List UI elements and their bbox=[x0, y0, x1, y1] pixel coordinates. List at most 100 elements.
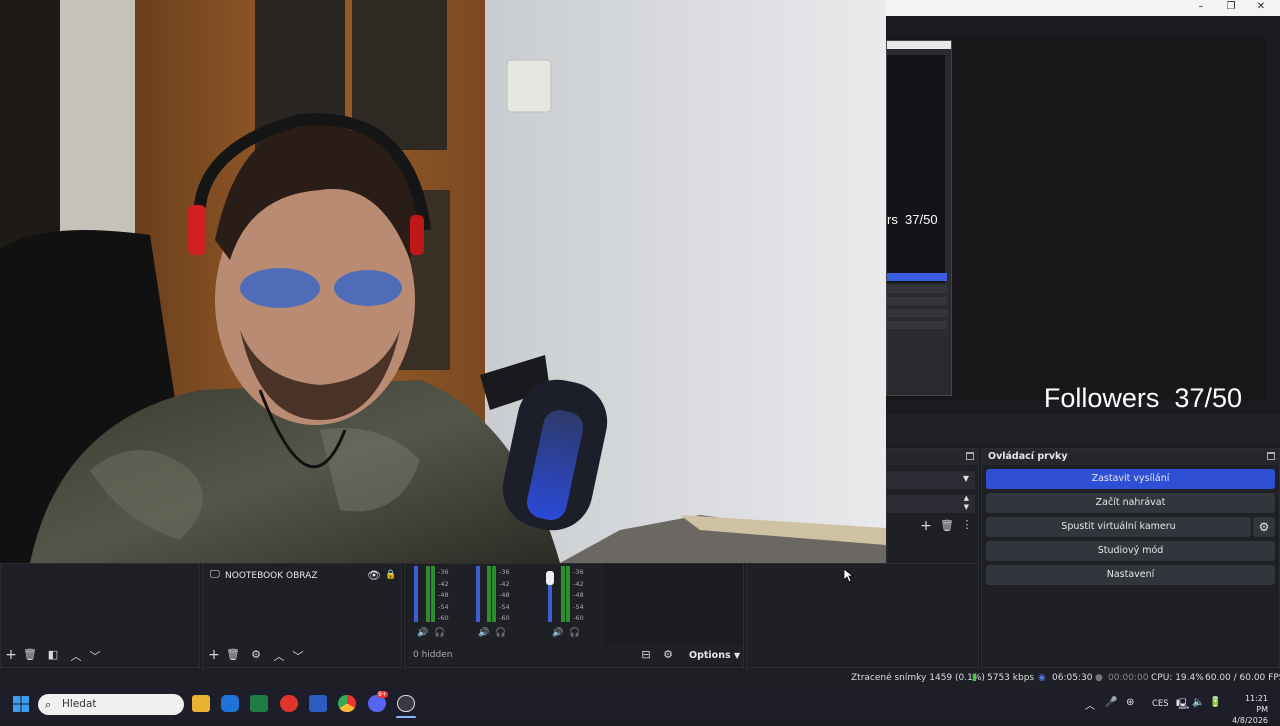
scale-tick: -42 bbox=[573, 579, 584, 588]
stop-streaming-button[interactable]: Zastavit vysílání bbox=[986, 469, 1275, 489]
chevron-down-icon: ▼ bbox=[733, 651, 741, 660]
controls-dock-header: Ovládací prvky bbox=[982, 449, 1279, 465]
audio-meter bbox=[431, 566, 435, 622]
nested-stop-button bbox=[887, 273, 947, 281]
start-virtual-camera-button[interactable]: Spustit virtuální kameru bbox=[986, 517, 1251, 537]
start-recording-button[interactable]: Začít nahrávat bbox=[986, 493, 1275, 513]
audio-meter bbox=[566, 566, 570, 622]
record-time: 00:00:00 bbox=[1108, 673, 1149, 683]
options-dropdown[interactable]: Options ▼ bbox=[689, 650, 740, 661]
network-icon[interactable]: 🖳 bbox=[1176, 697, 1189, 714]
bitrate-status: 5753 kbps bbox=[987, 673, 1035, 683]
scale-tick: -60 bbox=[438, 614, 449, 622]
clock-date: 4/8/2026 bbox=[1232, 716, 1268, 725]
discord-icon[interactable]: 9+ bbox=[368, 691, 388, 712]
battery-icon[interactable]: 🔋 bbox=[1209, 697, 1221, 708]
taskbar-search-box[interactable]: ⌕ Hledat bbox=[38, 694, 184, 715]
scale-tick: -42 bbox=[499, 579, 510, 588]
hidden-count-label: 0 hidden bbox=[413, 650, 453, 660]
source-item[interactable]: 🖵 NOOTEBOOK OBRAZ 👁 🔒 bbox=[203, 569, 401, 585]
headphone-monitor-icon[interactable]: 🎧 bbox=[434, 628, 445, 638]
close-button[interactable]: ✕ bbox=[1246, 0, 1276, 16]
transition-select[interactable]: ▼ bbox=[887, 471, 975, 489]
scale-tick: -36 bbox=[499, 568, 510, 576]
spin-arrows-icon[interactable]: ▲ ▼ bbox=[964, 494, 969, 512]
audio-meter bbox=[492, 566, 496, 622]
remove-source-trash-icon[interactable]: 🗑 bbox=[226, 648, 240, 661]
remove-scene-trash-icon[interactable]: 🗑 bbox=[23, 648, 37, 661]
discord-badge: 9+ bbox=[377, 691, 388, 698]
scale-tick: -42 bbox=[438, 579, 449, 588]
scale-tick: -48 bbox=[438, 591, 449, 599]
layout-toggle-icon[interactable]: ⊟ bbox=[639, 648, 653, 661]
move-up-chevron-icon[interactable]: ︿ bbox=[69, 648, 83, 664]
undock-icon[interactable] bbox=[966, 452, 974, 460]
clock-time: 11:21 PM bbox=[1244, 694, 1268, 714]
add-source-icon[interactable]: + bbox=[207, 647, 221, 663]
windows-start-icon[interactable] bbox=[13, 696, 29, 712]
duration-spinbox[interactable]: ▲ ▼ bbox=[887, 494, 975, 513]
dock-separator bbox=[886, 414, 1280, 444]
virtual-camera-settings-gear-icon[interactable]: ⚙ bbox=[1253, 517, 1275, 537]
cpu-usage: CPU: 19.4% bbox=[1151, 673, 1204, 683]
headphone-monitor-icon[interactable]: 🎧 bbox=[495, 628, 506, 638]
options-label: Options bbox=[689, 650, 731, 661]
language-indicator[interactable]: CES bbox=[1152, 699, 1169, 709]
move-down-chevron-icon[interactable]: ﹀ bbox=[88, 648, 102, 664]
headphone-monitor-icon[interactable]: 🎧 bbox=[569, 628, 580, 638]
taskbar-clock[interactable]: 11:21 PM 4/8/2026 bbox=[1232, 693, 1268, 726]
record-dot-icon: ● bbox=[1095, 673, 1103, 683]
scale-tick: -54 bbox=[438, 602, 449, 611]
scale-tick: -36 bbox=[438, 568, 449, 576]
restore-button[interactable]: ❐ bbox=[1216, 0, 1246, 16]
visibility-eye-icon[interactable]: 👁 bbox=[367, 569, 381, 582]
volume-slider-track[interactable] bbox=[476, 566, 480, 622]
studio-mode-button[interactable]: Studiový mód bbox=[986, 541, 1275, 561]
volume-icon[interactable]: 🔈 bbox=[1192, 697, 1204, 708]
obs-title-bar: – ❐ ✕ bbox=[886, 0, 1280, 16]
scale-tick: -48 bbox=[573, 591, 584, 599]
stream-live-icon: ◉ bbox=[1038, 673, 1046, 683]
more-vertical-icon[interactable]: ⋮ bbox=[960, 518, 974, 531]
chrome-icon[interactable] bbox=[338, 695, 356, 712]
volume-slider-track[interactable] bbox=[414, 566, 418, 622]
add-icon[interactable]: + bbox=[919, 518, 933, 534]
obs-icon[interactable] bbox=[397, 695, 415, 712]
lock-icon[interactable]: 🔒 bbox=[385, 570, 396, 580]
move-down-chevron-icon[interactable]: ﹀ bbox=[291, 648, 305, 664]
speaker-icon[interactable]: 🔊 bbox=[478, 628, 489, 638]
stream-time: 06:05:30 bbox=[1052, 673, 1093, 683]
advanced-audio-icon[interactable]: ⚙ bbox=[661, 648, 675, 661]
microphone-icon[interactable]: 🎤 bbox=[1105, 697, 1117, 708]
red-app-icon[interactable] bbox=[280, 695, 298, 712]
sources-dock: 🖵 NOOTEBOOK OBRAZ 👁 🔒 + 🗑 ⚙ ︿ ﹀ bbox=[202, 563, 402, 668]
security-icon[interactable]: ⊛ bbox=[1126, 697, 1134, 708]
followers-counter-text: Followers 37/50 bbox=[1043, 383, 1242, 413]
webcam-image bbox=[0, 0, 886, 563]
speaker-icon[interactable]: 🔊 bbox=[417, 628, 428, 638]
undock-icon[interactable] bbox=[1267, 452, 1275, 460]
scale-tick: -48 bbox=[499, 591, 510, 599]
minimize-button[interactable]: – bbox=[1186, 0, 1216, 16]
file-explorer-icon[interactable] bbox=[192, 695, 210, 712]
source-item-label: NOOTEBOOK OBRAZ bbox=[225, 571, 318, 581]
volume-slider-handle[interactable] bbox=[546, 571, 554, 585]
outlook-icon[interactable] bbox=[221, 695, 239, 712]
scenes-dock: + 🗑 ◧ ︿ ﹀ bbox=[0, 563, 200, 668]
word-icon[interactable] bbox=[309, 695, 327, 712]
audio-meter bbox=[561, 566, 565, 622]
excel-icon[interactable] bbox=[250, 695, 268, 712]
move-up-chevron-icon[interactable]: ︿ bbox=[272, 648, 286, 664]
nested-title-bar bbox=[887, 41, 951, 49]
scene-filters-icon[interactable]: ◧ bbox=[46, 648, 60, 661]
tray-overflow-chevron-icon[interactable]: ︿ bbox=[1085, 697, 1095, 712]
trash-icon[interactable]: 🗑 bbox=[940, 519, 954, 532]
settings-button[interactable]: Nastavení bbox=[986, 565, 1275, 585]
nested-row bbox=[887, 297, 947, 305]
scale-tick: -36 bbox=[573, 568, 584, 576]
transitions-dock-header bbox=[887, 449, 978, 465]
add-scene-icon[interactable]: + bbox=[4, 647, 18, 663]
speaker-icon[interactable]: 🔊 bbox=[552, 628, 563, 638]
source-properties-gear-icon[interactable]: ⚙ bbox=[249, 648, 263, 661]
volume-slider-track[interactable] bbox=[548, 583, 552, 622]
